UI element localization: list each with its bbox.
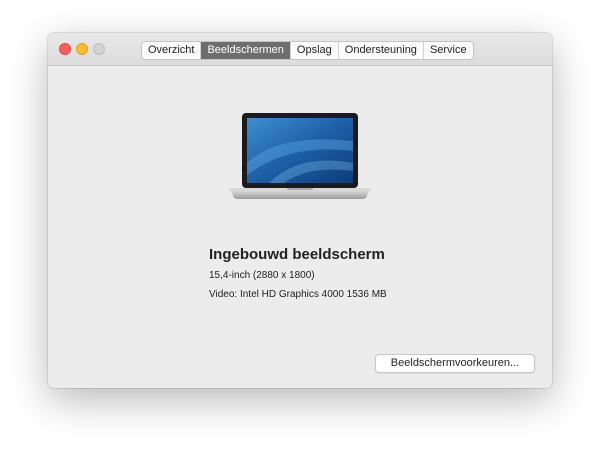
tab-service[interactable]: Service bbox=[424, 42, 473, 59]
close-icon[interactable] bbox=[59, 43, 71, 55]
title-bar: Overzicht Beeldschermen Opslag Ondersteu… bbox=[48, 33, 552, 66]
tab-beeldschermen[interactable]: Beeldschermen bbox=[201, 42, 291, 59]
minimize-icon[interactable] bbox=[76, 43, 88, 55]
tab-ondersteuning[interactable]: Ondersteuning bbox=[339, 42, 424, 59]
display-title: Ingebouwd beeldscherm bbox=[209, 246, 385, 263]
video-info: Video: Intel HD Graphics 4000 1536 MB bbox=[209, 289, 387, 300]
tab-bar: Overzicht Beeldschermen Opslag Ondersteu… bbox=[141, 41, 474, 60]
laptop-icon bbox=[229, 113, 371, 199]
tab-opslag[interactable]: Opslag bbox=[291, 42, 339, 59]
display-size: 15,4-inch (2880 x 1800) bbox=[209, 270, 315, 281]
tab-overzicht[interactable]: Overzicht bbox=[142, 42, 202, 59]
display-preferences-button[interactable]: Beeldschermvoorkeuren... bbox=[375, 354, 535, 373]
zoom-icon bbox=[93, 43, 105, 55]
about-this-mac-window: Overzicht Beeldschermen Opslag Ondersteu… bbox=[48, 33, 552, 388]
